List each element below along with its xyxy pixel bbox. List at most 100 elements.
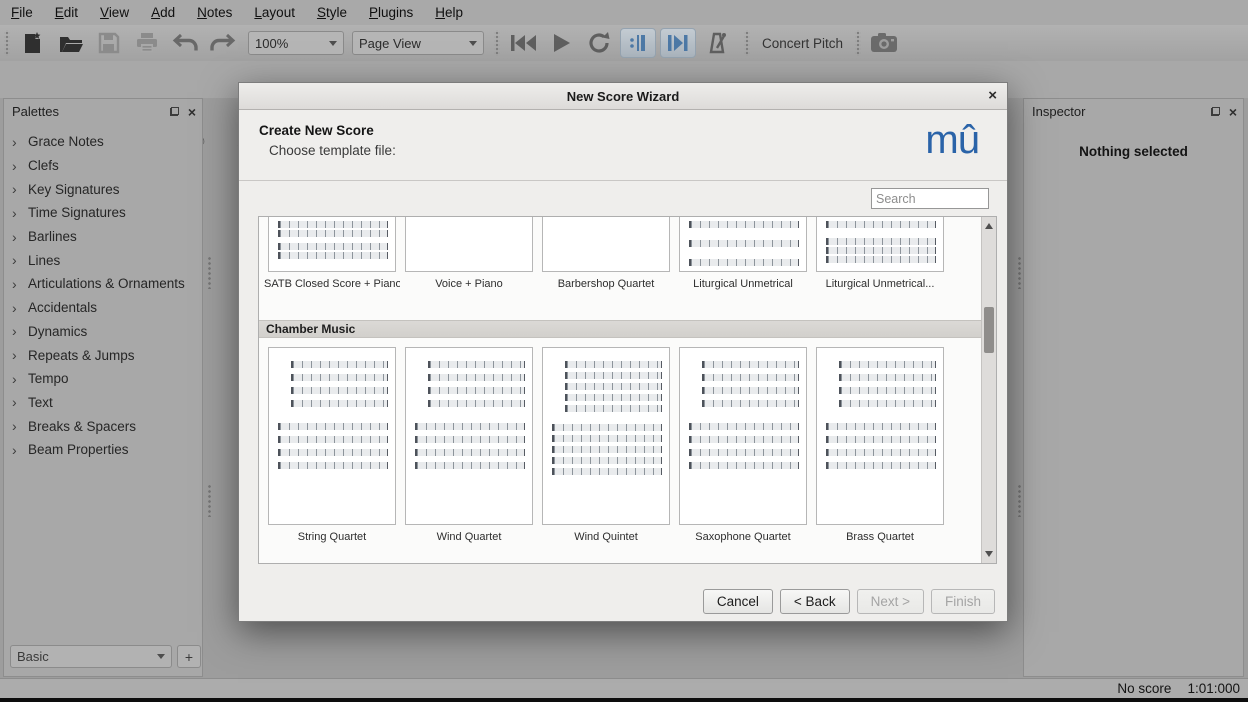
- template-card[interactable]: SATB Closed Score + Piano: [268, 217, 396, 290]
- palette-item-clefs[interactable]: ›Clefs: [4, 154, 202, 178]
- panel-splitter-handle[interactable]: [1016, 255, 1021, 289]
- rewind-button[interactable]: [504, 28, 542, 58]
- template-list[interactable]: SATB Closed Score + Piano Voice + Piano …: [258, 216, 997, 564]
- float-panel-icon[interactable]: [170, 107, 179, 116]
- close-icon[interactable]: ×: [988, 87, 997, 104]
- wizard-header: Create New Score Choose template file: m…: [239, 110, 1007, 181]
- template-thumbnail[interactable]: [816, 347, 944, 525]
- palette-item-lines[interactable]: ›Lines: [4, 248, 202, 272]
- toolbar-drag-handle[interactable]: [744, 30, 750, 56]
- finish-button[interactable]: Finish: [931, 589, 995, 614]
- palette-item-label: Clefs: [28, 158, 59, 173]
- palette-item-dynamics[interactable]: ›Dynamics: [4, 320, 202, 344]
- palette-item-breaks-spacers[interactable]: ›Breaks & Spacers: [4, 414, 202, 438]
- menu-layout[interactable]: Layout: [243, 5, 306, 20]
- panel-splitter-handle[interactable]: [206, 483, 211, 517]
- save-button[interactable]: [90, 28, 128, 58]
- menu-view[interactable]: View: [89, 5, 140, 20]
- scroll-up-icon[interactable]: [985, 223, 993, 229]
- menu-help[interactable]: Help: [424, 5, 474, 20]
- palette-preset-select[interactable]: Basic: [10, 645, 172, 668]
- template-card[interactable]: Liturgical Unmetrical: [679, 217, 807, 290]
- palettes-panel-title: Palettes: [12, 104, 59, 119]
- open-file-button[interactable]: [52, 28, 90, 58]
- palette-item-beam-properties[interactable]: ›Beam Properties: [4, 438, 202, 462]
- undo-button[interactable]: [166, 28, 204, 58]
- search-input[interactable]: [871, 188, 989, 209]
- toolbar-drag-handle[interactable]: [4, 30, 10, 56]
- template-label: Wind Quintet: [538, 531, 674, 543]
- panel-splitter-handle[interactable]: [206, 255, 211, 289]
- template-thumbnail[interactable]: [679, 347, 807, 525]
- next-button[interactable]: Next >: [857, 589, 924, 614]
- template-card[interactable]: Wind Quintet: [542, 347, 670, 543]
- menu-edit[interactable]: Edit: [44, 5, 89, 20]
- template-thumbnail[interactable]: [268, 217, 396, 272]
- palette-item-accidentals[interactable]: ›Accidentals: [4, 296, 202, 320]
- menu-file[interactable]: File: [0, 5, 44, 20]
- view-mode-select[interactable]: Page View: [352, 31, 484, 55]
- template-card[interactable]: Wind Quartet: [405, 347, 533, 543]
- section-header: Chamber Music: [259, 320, 982, 338]
- loop-playback-button[interactable]: [580, 28, 618, 58]
- status-bar: No score 1:01:000: [0, 678, 1248, 698]
- metronome-button[interactable]: [698, 28, 736, 58]
- template-thumbnail[interactable]: [816, 217, 944, 272]
- new-score-button[interactable]: [14, 28, 52, 58]
- menu-plugins[interactable]: Plugins: [358, 5, 424, 20]
- print-button[interactable]: [128, 28, 166, 58]
- pan-score-toggle[interactable]: [660, 28, 696, 58]
- float-panel-icon[interactable]: [1211, 107, 1220, 116]
- palette-item-label: Tempo: [28, 371, 69, 386]
- chevron-right-icon: ›: [12, 371, 28, 387]
- template-card[interactable]: Liturgical Unmetrical...: [816, 217, 944, 290]
- palette-item-tempo[interactable]: ›Tempo: [4, 367, 202, 391]
- concert-pitch-toggle[interactable]: Concert Pitch: [754, 36, 851, 51]
- back-button[interactable]: < Back: [780, 589, 850, 614]
- menu-add[interactable]: Add: [140, 5, 186, 20]
- palette-item-repeats-jumps[interactable]: ›Repeats & Jumps: [4, 343, 202, 367]
- scroll-down-icon[interactable]: [985, 551, 993, 557]
- palette-item-time-signatures[interactable]: ›Time Signatures: [4, 201, 202, 225]
- template-card[interactable]: Barbershop Quartet: [542, 217, 670, 290]
- toolbar-drag-handle[interactable]: [494, 30, 500, 56]
- template-card[interactable]: Voice + Piano: [405, 217, 533, 290]
- template-card[interactable]: String Quartet: [268, 347, 396, 543]
- play-repeats-toggle[interactable]: [620, 28, 656, 58]
- image-capture-button[interactable]: [865, 28, 903, 58]
- palette-item-label: Accidentals: [28, 300, 97, 315]
- scrollbar-thumb[interactable]: [984, 307, 994, 353]
- dialog-titlebar[interactable]: New Score Wizard ×: [239, 83, 1007, 110]
- palette-item-grace-notes[interactable]: ›Grace Notes: [4, 130, 202, 154]
- menu-style[interactable]: Style: [306, 5, 358, 20]
- template-thumbnail[interactable]: [405, 347, 533, 525]
- template-thumbnail[interactable]: [542, 217, 670, 272]
- template-card[interactable]: Brass Quartet: [816, 347, 944, 543]
- chevron-right-icon: ›: [12, 252, 28, 268]
- redo-button[interactable]: [204, 28, 242, 58]
- menu-notes[interactable]: Notes: [186, 5, 243, 20]
- template-thumbnail[interactable]: [268, 347, 396, 525]
- palette-item-key-signatures[interactable]: ›Key Signatures: [4, 177, 202, 201]
- palette-item-barlines[interactable]: ›Barlines: [4, 225, 202, 249]
- palette-item-text[interactable]: ›Text: [4, 391, 202, 415]
- template-thumbnail[interactable]: [405, 217, 533, 272]
- template-thumbnail[interactable]: [679, 217, 807, 272]
- play-button[interactable]: [542, 28, 580, 58]
- chevron-right-icon: ›: [12, 276, 28, 292]
- close-icon[interactable]: ×: [188, 107, 196, 117]
- wizard-buttons: Cancel < Back Next > Finish: [703, 589, 995, 614]
- toolbar-drag-handle[interactable]: [855, 30, 861, 56]
- add-palette-button[interactable]: +: [177, 645, 201, 668]
- palette-item-label: Repeats & Jumps: [28, 348, 135, 363]
- palette-item-articulations[interactable]: ›Articulations & Ornaments: [4, 272, 202, 296]
- panel-splitter-handle[interactable]: [1016, 483, 1021, 517]
- template-thumbnail[interactable]: [542, 347, 670, 525]
- wizard-subheading: Choose template file:: [269, 143, 396, 158]
- close-icon[interactable]: ×: [1229, 107, 1237, 117]
- template-card[interactable]: Saxophone Quartet: [679, 347, 807, 543]
- zoom-select[interactable]: 100%: [248, 31, 344, 55]
- template-label: Voice + Piano: [401, 278, 537, 290]
- cancel-button[interactable]: Cancel: [703, 589, 773, 614]
- template-list-scrollbar[interactable]: [981, 217, 996, 563]
